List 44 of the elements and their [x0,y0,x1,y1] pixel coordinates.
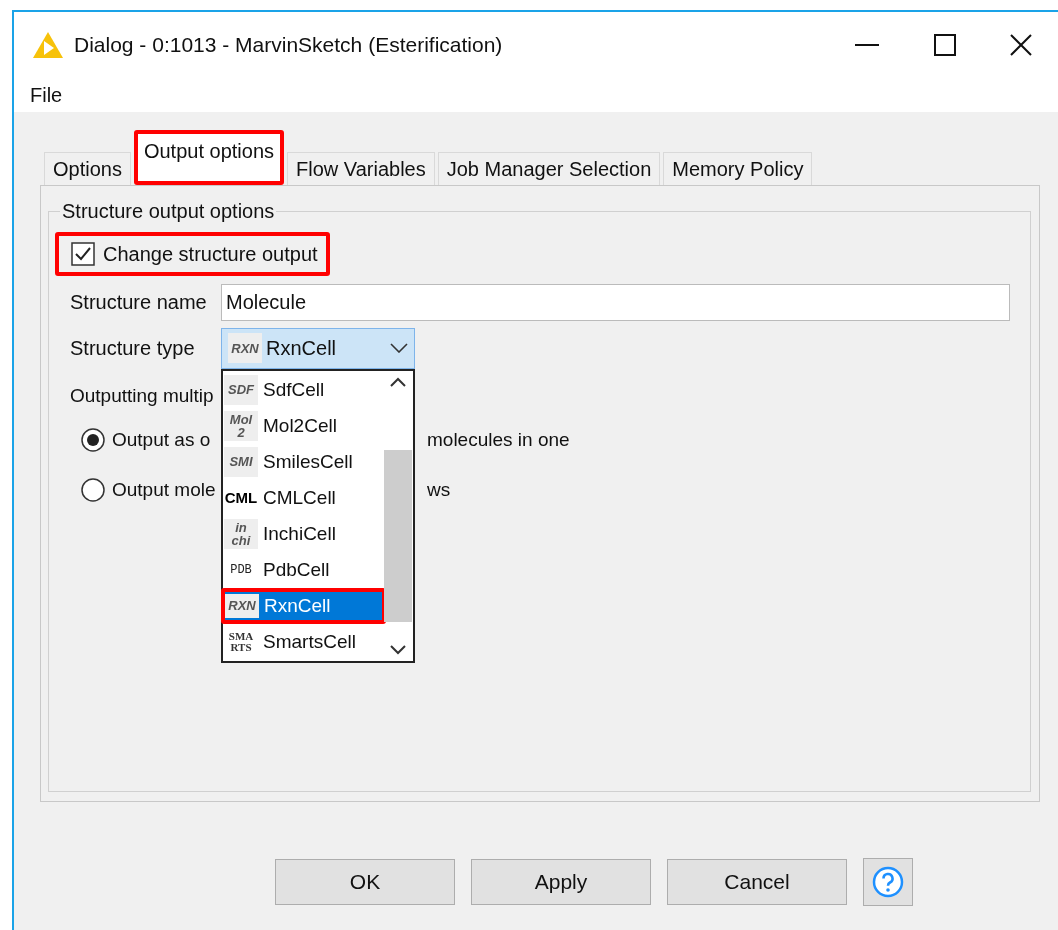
menu-item[interactable]: File [30,83,63,107]
app-logo-icon [32,31,64,59]
dialog-button[interactable]: Apply [471,859,651,905]
radio-label: molecules in one [427,429,570,451]
maximize-icon[interactable] [934,34,956,56]
change-output-checkbox[interactable]: Change structure output [55,232,330,276]
tab[interactable]: Job Manager Selection [437,152,661,185]
scroll-up-icon[interactable] [390,376,406,387]
dialog-button[interactable]: OK [275,859,455,905]
radio-button[interactable] [81,478,105,502]
field-label: Structure type [69,336,196,360]
section-label: Outputting multip [69,385,214,408]
tab[interactable]: Memory Policy [663,152,813,185]
help-icon [872,866,904,898]
tab[interactable]: Output options [133,130,285,185]
field-label: Structure name [69,290,208,314]
close-icon[interactable] [1010,34,1032,56]
caret-icon [390,343,408,353]
format-icon: SDF [224,374,258,405]
window-title: Dialog - 0:1013 - MarvinSketch (Esterification) [74,33,503,57]
help-button[interactable] [863,858,913,906]
tab[interactable]: Flow Variables [287,152,435,185]
radio-label: Output as o [112,429,211,451]
radio-button[interactable] [81,428,105,452]
format-icon: SMI [224,446,258,477]
dialog-button[interactable]: Cancel [667,859,847,905]
scroll-down-icon[interactable] [390,644,406,655]
dropdown-option[interactable]: SMI SmilesCell [223,443,383,480]
tab[interactable]: Options [44,152,131,185]
format-icon: RXN [228,333,262,363]
format-icon: in chi [224,518,258,549]
dropdown-option[interactable]: RXN RxnCell [221,587,386,624]
structure-name-field[interactable]: Molecule [221,283,1010,321]
checkbox-icon[interactable] [71,242,95,266]
structure-type-dropdown[interactable]: RXN RxnCell [221,327,415,369]
dropdown-option[interactable]: SDF SdfCell [223,371,383,408]
dropdown-option[interactable]: PDB PdbCell [223,551,383,588]
scrollbar-thumb[interactable] [384,449,412,622]
radio-label: ws [427,479,451,501]
format-icon: RXN [225,593,259,618]
radio-label: Output mole [112,479,216,501]
group-title: Structure output options [61,200,276,223]
format-icon: Mol 2 [224,410,258,441]
dropdown-option[interactable]: CML CMLCell [223,479,383,516]
